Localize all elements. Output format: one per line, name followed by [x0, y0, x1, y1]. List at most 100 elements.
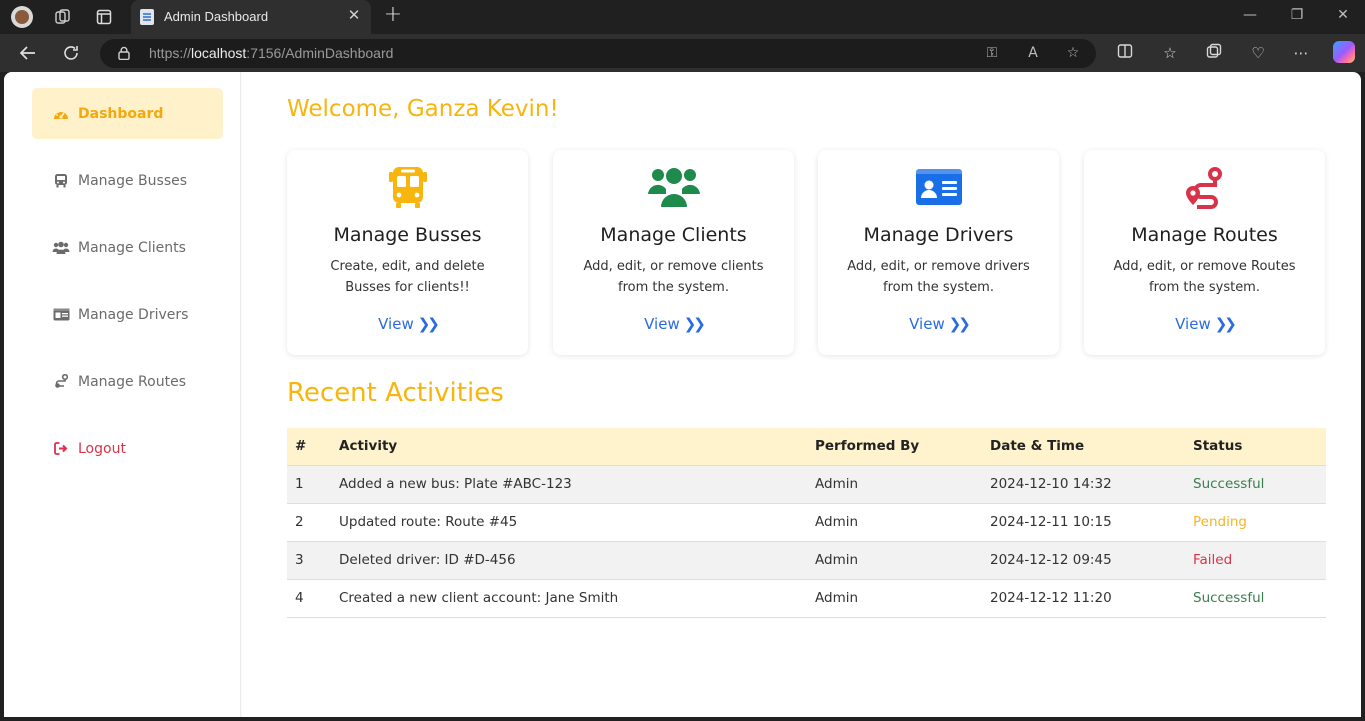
- restore-icon[interactable]: ❐: [1287, 7, 1307, 23]
- row-number: 2: [287, 503, 339, 542]
- card-title: Manage Busses: [333, 224, 482, 246]
- split-screen-icon[interactable]: [1115, 43, 1135, 63]
- workspaces-icon[interactable]: [52, 6, 74, 28]
- sidebar: Dashboard Manage Busses Manage Clients M…: [4, 72, 241, 717]
- table-header-row: # Activity Performed By Date & Time Stat…: [287, 428, 1326, 466]
- card-title: Manage Drivers: [863, 224, 1014, 246]
- performed-by-cell: Admin: [815, 541, 990, 580]
- activity-cell: Deleted driver: ID #D-456: [339, 541, 815, 580]
- tab-actions-icon[interactable]: [93, 6, 115, 28]
- column-header: Performed By: [815, 428, 990, 466]
- window-close-icon[interactable]: ✕: [1333, 7, 1353, 23]
- datetime-cell: 2024-12-11 10:15: [990, 503, 1193, 542]
- bus-icon: [52, 173, 70, 189]
- browser-essentials-icon[interactable]: ♡: [1248, 43, 1268, 63]
- favorites-icon[interactable]: ☆: [1160, 43, 1180, 63]
- browser-tab[interactable]: Admin Dashboard ✕: [131, 0, 371, 34]
- favorite-star-icon[interactable]: ☆: [1064, 44, 1082, 62]
- gauge-icon: [52, 106, 70, 122]
- page-viewport: Dashboard Manage Busses Manage Clients M…: [4, 72, 1361, 717]
- column-header: Date & Time: [990, 428, 1193, 466]
- sidebar-item-manage-drivers[interactable]: Manage Drivers: [32, 289, 223, 340]
- performed-by-cell: Admin: [815, 503, 990, 542]
- view-busses-link[interactable]: View ❯❯: [287, 315, 528, 333]
- double-chevron-right-icon: ❯❯: [948, 315, 971, 333]
- sidebar-item-label: Manage Routes: [78, 373, 186, 390]
- card-title: Manage Routes: [1131, 224, 1278, 246]
- datetime-cell: 2024-12-12 09:45: [990, 541, 1193, 580]
- address-bar[interactable]: https://localhost:7156/AdminDashboard ⚿ …: [100, 39, 1096, 68]
- id-card-icon: [52, 307, 70, 323]
- tab-close-icon[interactable]: ✕: [345, 6, 363, 24]
- activities-table: # Activity Performed By Date & Time Stat…: [287, 428, 1326, 618]
- browser-tab-bar: Admin Dashboard ✕ + — ❐ ✕: [0, 0, 1365, 34]
- status-cell: Failed: [1193, 541, 1326, 580]
- sidebar-item-logout[interactable]: Logout: [32, 423, 223, 474]
- card-title: Manage Clients: [600, 224, 747, 246]
- status-cell: Successful: [1193, 579, 1326, 618]
- more-options-icon[interactable]: ⋯: [1291, 43, 1311, 63]
- read-aloud-icon[interactable]: A: [1024, 44, 1042, 62]
- status-cell: Pending: [1193, 503, 1326, 542]
- key-icon[interactable]: ⚿: [983, 44, 1001, 62]
- row-number: 1: [287, 465, 339, 504]
- new-tab-button[interactable]: +: [383, 4, 403, 27]
- datetime-cell: 2024-12-10 14:32: [990, 465, 1193, 504]
- url-text: https://localhost:7156/AdminDashboard: [149, 45, 394, 61]
- collections-icon[interactable]: [1204, 43, 1224, 63]
- route-icon: [52, 374, 70, 390]
- performed-by-cell: Admin: [815, 579, 990, 618]
- column-header: #: [287, 428, 339, 466]
- sidebar-item-label: Logout: [78, 440, 126, 457]
- activity-cell: Updated route: Route #45: [339, 503, 815, 542]
- status-cell: Successful: [1193, 465, 1326, 504]
- activity-cell: Added a new bus: Plate #ABC-123: [339, 465, 815, 504]
- row-number: 4: [287, 579, 339, 618]
- card-description: Add, edit, or remove drivers from the sy…: [847, 259, 1030, 295]
- back-icon[interactable]: [16, 41, 40, 65]
- table-row: 1 Added a new bus: Plate #ABC-123 Admin …: [287, 465, 1326, 504]
- table-row: 2 Updated route: Route #45 Admin 2024-12…: [287, 503, 1326, 542]
- row-number: 3: [287, 541, 339, 580]
- datetime-cell: 2024-12-12 11:20: [990, 579, 1193, 618]
- recent-activities-heading: Recent Activities: [287, 378, 504, 408]
- activity-cell: Created a new client account: Jane Smith: [339, 579, 815, 618]
- id-card-icon: [818, 166, 1059, 210]
- sidebar-item-manage-clients[interactable]: Manage Clients: [32, 222, 223, 273]
- page-favicon-icon: [140, 9, 154, 25]
- column-header: Activity: [339, 428, 815, 466]
- performed-by-cell: Admin: [815, 465, 990, 504]
- tab-title: Admin Dashboard: [164, 9, 269, 24]
- lock-icon: [118, 46, 130, 60]
- table-row: 3 Deleted driver: ID #D-456 Admin 2024-1…: [287, 541, 1326, 580]
- minimize-icon[interactable]: —: [1240, 7, 1260, 23]
- card-manage-routes: Manage Routes Add, edit, or remove Route…: [1084, 150, 1325, 355]
- users-icon: [52, 240, 70, 256]
- sidebar-item-manage-routes[interactable]: Manage Routes: [32, 356, 223, 407]
- view-clients-link[interactable]: View ❯❯: [553, 315, 794, 333]
- main-content: Welcome, Ganza Kevin! Manage Busses Crea…: [287, 72, 1327, 717]
- double-chevron-right-icon: ❯❯: [683, 315, 706, 333]
- sidebar-item-label: Dashboard: [78, 105, 164, 122]
- card-manage-busses: Manage Busses Create, edit, and delete B…: [287, 150, 528, 355]
- sidebar-item-manage-busses[interactable]: Manage Busses: [32, 155, 223, 206]
- profile-avatar[interactable]: [11, 6, 33, 28]
- card-description: Create, edit, and delete Busses for clie…: [330, 259, 485, 295]
- view-routes-link[interactable]: View ❯❯: [1084, 315, 1325, 333]
- sidebar-item-label: Manage Drivers: [78, 306, 189, 323]
- users-icon: [553, 166, 794, 210]
- double-chevron-right-icon: ❯❯: [1214, 315, 1237, 333]
- copilot-icon[interactable]: [1333, 41, 1355, 63]
- sidebar-item-label: Manage Busses: [78, 172, 188, 189]
- view-drivers-link[interactable]: View ❯❯: [818, 315, 1059, 333]
- card-description: Add, edit, or remove Routes from the sys…: [1113, 259, 1296, 295]
- column-header: Status: [1193, 428, 1326, 466]
- table-row: 4 Created a new client account: Jane Smi…: [287, 579, 1326, 618]
- double-chevron-right-icon: ❯❯: [417, 315, 440, 333]
- logout-icon: [52, 441, 70, 457]
- card-manage-drivers: Manage Drivers Add, edit, or remove driv…: [818, 150, 1059, 355]
- welcome-heading: Welcome, Ganza Kevin!: [287, 96, 559, 122]
- sidebar-item-dashboard[interactable]: Dashboard: [32, 88, 223, 139]
- refresh-icon[interactable]: [59, 41, 83, 65]
- card-description: Add, edit, or remove clients from the sy…: [583, 259, 764, 295]
